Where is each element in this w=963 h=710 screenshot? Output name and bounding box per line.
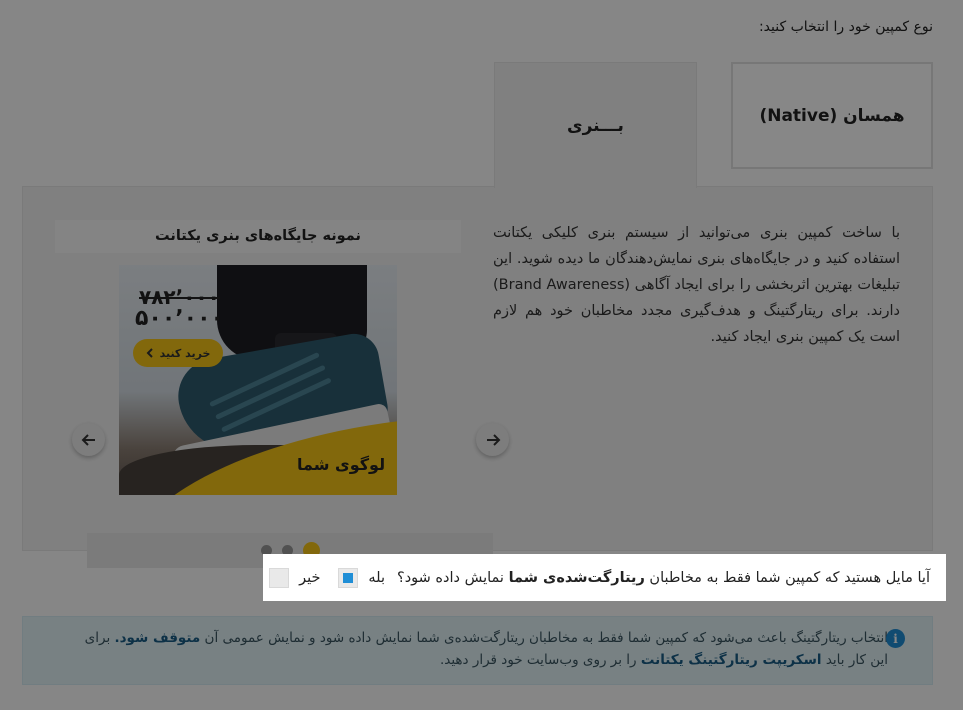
campaign-type-banner[interactable]: بـــنری (494, 62, 697, 188)
banner-preview: نمونه جایگاه‌های بنری یکتانت لوگوی شما ۷… (55, 220, 509, 568)
campaign-type-page: نوع کمپین خود را انتخاب کنید: همسان (Nat… (0, 0, 963, 710)
retarget-no-option[interactable]: خیر (269, 567, 321, 588)
campaign-type-native-label: همسان (Native) (759, 105, 905, 126)
banner-description: با ساخت کمپین بنری می‌توانید از سیستم بن… (493, 225, 900, 345)
info-line-1: انتخاب ریتارگتینگ باعث می‌شود که کمپین ش… (63, 627, 888, 649)
retarget-no-label: خیر (299, 569, 321, 586)
checkbox-checked-mark (343, 572, 354, 583)
info-text: برای (84, 630, 111, 646)
info-text: انتخاب ریتارگتینگ باعث می‌شود که کمپین ش… (204, 630, 888, 646)
ad-logo-text: لوگوی شما (297, 455, 386, 474)
preview-title: نمونه جایگاه‌های بنری یکتانت (55, 220, 461, 253)
section-title: نوع کمپین خود را انتخاب کنید: (758, 19, 933, 35)
banner-panel: با ساخت کمپین بنری می‌توانید از سیستم بن… (22, 186, 933, 568)
carousel-next-button[interactable] (476, 423, 509, 456)
info-icon: i (886, 629, 905, 648)
sample-ad-image: لوگوی شما ۷۸۲٬۰۰۰ ۵۰۰٬۰۰۰ خرید کنید (119, 265, 397, 495)
carousel-prev-button[interactable] (72, 423, 105, 456)
retarget-info-box: i انتخاب ریتارگتینگ باعث می‌شود که کمپین… (22, 616, 933, 685)
chevron-left-icon (146, 348, 153, 358)
campaign-type-banner-label: بـــنری (567, 115, 624, 136)
retarget-yes-label: بله (368, 569, 386, 586)
info-bold-text: متوقف شود. (114, 630, 201, 646)
info-text: را بر روی وب‌سایت خود قرار دهید. (439, 652, 637, 668)
arrow-left-icon (81, 433, 95, 446)
retarget-question: آیا مایل هستید که کمپین شما فقط به مخاطب… (263, 554, 946, 601)
retarget-no-checkbox[interactable] (269, 567, 290, 588)
info-line-2: این کار باید اسکریپت ریتارگتینگ یکتانت ر… (63, 649, 888, 671)
ad-buy-button: خرید کنید (133, 339, 223, 367)
retarget-script-link[interactable]: اسکریپت ریتارگتینگ یکتانت (641, 652, 822, 668)
arrow-right-icon (486, 433, 500, 446)
ad-buy-label: خرید کنید (159, 346, 211, 360)
retarget-question-text: آیا مایل هستید که کمپین شما فقط به مخاطب… (397, 569, 930, 586)
ad-new-price: ۵۰۰٬۰۰۰ (135, 306, 224, 331)
campaign-type-native[interactable]: همسان (Native) (731, 62, 933, 169)
info-text: این کار باید (825, 652, 888, 668)
retarget-yes-checkbox[interactable] (338, 567, 359, 588)
retarget-yes-option[interactable]: بله (338, 567, 386, 588)
